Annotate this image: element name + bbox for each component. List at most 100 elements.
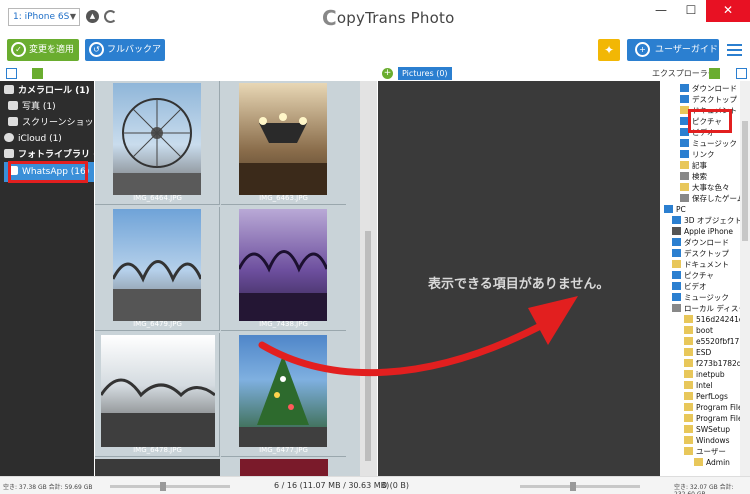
device-select[interactable]: 1: iPhone 6S ▼ — [8, 8, 80, 26]
tree-node[interactable]: ピクチャ — [672, 270, 714, 281]
tree-node[interactable]: リンク — [680, 149, 715, 160]
zoom-slider-left[interactable] — [110, 482, 230, 491]
tree-node-label: ミュージック — [692, 139, 737, 148]
photo-tile-partial — [95, 459, 220, 476]
tree-node[interactable]: f273b1782d — [684, 358, 740, 369]
photo-caption: IMG_6464.JPG — [133, 194, 182, 202]
sidebar-item-photos[interactable]: 写真 (1) — [0, 99, 94, 115]
tree-scrollbar[interactable] — [740, 81, 750, 476]
minimize-button[interactable]: — — [646, 0, 676, 22]
tree-node[interactable]: 検索 — [680, 171, 707, 182]
photo-tile[interactable]: IMG_6477.JPG — [221, 333, 346, 457]
chevron-down-icon: ▼ — [69, 12, 76, 21]
tree-node[interactable]: 516d24241d — [684, 314, 740, 325]
device-select-label: 1: iPhone 6S — [13, 12, 70, 22]
folder-icon[interactable] — [709, 68, 720, 79]
photo-thumbnail — [111, 209, 203, 321]
folder-icon — [684, 447, 693, 455]
eject-icon[interactable]: ▲ — [86, 10, 99, 23]
tree-node[interactable]: ミュージック — [680, 138, 737, 149]
tree-node[interactable]: SWSetup — [684, 424, 730, 435]
photo-tile[interactable]: IMG_6464.JPG — [95, 81, 220, 205]
tree-node-label: inetpub — [696, 370, 725, 379]
folder-icon — [684, 337, 693, 345]
tree-node[interactable]: e5520fbf17 — [684, 336, 739, 347]
tree-node[interactable]: ESD — [684, 347, 711, 358]
grid-scrollbar-thumb[interactable] — [365, 231, 371, 461]
backup-clock-icon: ↺ — [89, 42, 104, 57]
tree-node[interactable]: 保存したゲーム — [680, 193, 740, 204]
tree-node-label: 3D オブジェクト — [684, 216, 740, 225]
maximize-button[interactable]: ☐ — [676, 0, 706, 22]
photo-caption: IMG_6478.JPG — [133, 446, 182, 454]
tree-node[interactable]: デスクトップ — [680, 94, 737, 105]
folder-icon — [672, 238, 681, 246]
apply-changes-button[interactable]: ✓ 変更を適用 — [7, 39, 79, 61]
photo-thumbnail — [113, 83, 201, 195]
tree-node[interactable]: PerfLogs — [684, 391, 728, 402]
folder-icon — [672, 293, 681, 301]
tree-node[interactable]: Program File — [684, 413, 740, 424]
sidebar-item-label: スクリーンショッ... — [22, 118, 94, 128]
selection-count-text: 6 / 16 (11.07 MB / 30.63 MB) — [274, 481, 390, 490]
close-button[interactable]: ✕ — [706, 0, 750, 22]
collapse-right-icon[interactable] — [736, 68, 747, 79]
folder-icon — [694, 458, 703, 466]
folder-icon — [684, 436, 693, 444]
tree-node[interactable]: 大事な色々 — [680, 182, 730, 193]
grid-scrollbar[interactable] — [360, 81, 377, 476]
tree-node[interactable]: Admin — [694, 457, 730, 468]
tree-node[interactable]: ビデオ — [672, 281, 707, 292]
full-backup-button[interactable]: ↺ フルバックアップ — [85, 39, 165, 77]
add-plus-icon[interactable]: + — [382, 68, 393, 79]
tree-node[interactable]: Intel — [684, 380, 713, 391]
folder-icon — [680, 183, 689, 191]
new-album-icon[interactable] — [32, 68, 43, 79]
tree-node[interactable]: Windows — [684, 435, 729, 446]
user-guide-label: ユーザーガイド — [655, 45, 718, 55]
tree-node[interactable]: Apple iPhone — [672, 226, 733, 237]
folder-icon — [680, 84, 689, 92]
tree-node[interactable]: inetpub — [684, 369, 725, 380]
hamburger-menu-icon[interactable] — [727, 44, 742, 56]
tree-node[interactable]: 3D オブジェクト — [672, 215, 740, 226]
zoom-slider-right[interactable] — [520, 482, 640, 491]
zoom-slider-knob[interactable] — [570, 482, 576, 491]
collapse-left-icon[interactable] — [6, 68, 17, 79]
ferris-wheel-image — [113, 98, 201, 195]
tree-node[interactable]: 記事 — [680, 160, 707, 171]
refresh-icon[interactable] — [104, 10, 117, 23]
tree-node-label: f273b1782d — [696, 359, 740, 368]
tree-node[interactable]: ミュージック — [672, 292, 729, 303]
sidebar-item-icloud[interactable]: iCloud (1) — [0, 131, 94, 147]
photo-tile[interactable]: IMG_7438.JPG — [221, 207, 346, 331]
sidebar-item-label: 写真 (1) — [22, 102, 56, 112]
zoom-slider-knob[interactable] — [160, 482, 166, 491]
tab-pictures[interactable]: Pictures (0) — [398, 67, 452, 80]
tree-node-label: ピクチャ — [684, 271, 714, 280]
tree-node[interactable]: ローカル ディスク — [672, 303, 740, 314]
tree-node-label: ダウンロード — [692, 84, 737, 93]
photo-thumbnail — [237, 209, 329, 321]
tree-node[interactable]: デスクトップ — [672, 248, 729, 259]
lightbulb-icon[interactable]: ✦ — [598, 39, 620, 61]
folder-icon — [672, 282, 681, 290]
folder-icon — [684, 370, 693, 378]
photo-tile[interactable]: IMG_6479.JPG — [95, 207, 220, 331]
sidebar-item-camera-roll[interactable]: カメラロール (1) — [0, 83, 94, 99]
tree-node[interactable]: PC — [664, 204, 686, 215]
photo-thumbnail — [239, 83, 327, 195]
sidebar-item-screenshots[interactable]: スクリーンショッ... — [0, 115, 94, 131]
user-guide-button[interactable]: + ユーザーガイド — [627, 39, 719, 61]
roller-coaster-image — [111, 260, 203, 321]
tree-node[interactable]: ダウンロード — [672, 237, 729, 248]
tree-node[interactable]: ユーザー — [684, 446, 726, 457]
photo-tile[interactable]: IMG_6478.JPG — [95, 333, 220, 457]
tree-node[interactable]: ダウンロード — [680, 83, 737, 94]
photo-tile[interactable]: IMG_6463.JPG — [221, 81, 346, 205]
tree-node[interactable]: Program File — [684, 402, 740, 413]
tree-node[interactable]: boot — [684, 325, 713, 336]
tree-scrollbar-thumb[interactable] — [742, 121, 748, 241]
folder-icon — [672, 260, 681, 268]
tree-node[interactable]: ドキュメント — [672, 259, 729, 270]
